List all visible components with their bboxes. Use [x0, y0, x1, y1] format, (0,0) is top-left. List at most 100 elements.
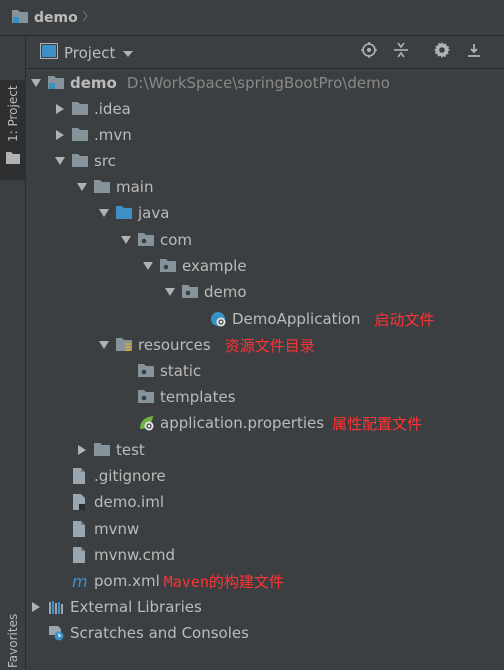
hide-panel-icon — [467, 43, 481, 61]
tree-label-demo-package: demo — [204, 283, 247, 301]
annotation-startup-file: 启动文件 — [374, 310, 435, 329]
text-file-icon — [72, 521, 88, 537]
tree-row-gitignore[interactable]: .gitignore — [54, 463, 166, 489]
collapsed-arrow-icon[interactable] — [54, 96, 66, 122]
maven-icon: m — [72, 572, 88, 591]
project-tool-tab[interactable]: 1: Project — [0, 80, 26, 180]
tree-label-demo: demo — [70, 74, 117, 92]
collapse-all-icon — [393, 42, 409, 62]
tree-row-java[interactable]: java — [98, 200, 169, 226]
folder-icon — [6, 152, 20, 168]
tree-row-demo-package[interactable]: demo — [164, 279, 247, 305]
project-window-icon — [40, 43, 58, 63]
collapsed-arrow-icon[interactable] — [30, 594, 42, 620]
tree-row-src[interactable]: src — [54, 148, 116, 174]
tree-row-mvnw[interactable]: mvnw — [54, 516, 139, 542]
tree-label-com: com — [160, 231, 193, 249]
tree-label-scratches: Scratches and Consoles — [70, 624, 249, 642]
expanded-arrow-icon[interactable] — [30, 70, 42, 96]
tree-row-main[interactable]: main — [76, 174, 153, 200]
settings-button[interactable] — [432, 42, 452, 62]
tree-row-templates[interactable]: templates — [120, 384, 236, 410]
expanded-arrow-icon[interactable] — [76, 174, 88, 200]
favorites-tool-tab[interactable]: Favorites — [6, 614, 20, 668]
tree-label-templates: templates — [160, 388, 236, 406]
locate-file-button[interactable] — [359, 42, 379, 62]
package-icon — [138, 363, 154, 379]
library-icon — [48, 599, 64, 615]
project-tab-label: 1: Project — [6, 85, 20, 142]
tree-label-static: static — [160, 362, 202, 380]
scratches-icon — [48, 625, 64, 641]
tree-label-application-properties: application.properties — [160, 414, 325, 432]
expanded-arrow-icon[interactable] — [98, 332, 110, 358]
tree-label-idea: .idea — [94, 100, 131, 118]
tree-row-demo-application[interactable]: DemoApplication 启动文件 — [192, 306, 434, 332]
expanded-arrow-icon[interactable] — [164, 279, 176, 305]
tree-row-mvn[interactable]: .mvn — [54, 122, 132, 148]
project-view-selector[interactable]: Project — [40, 43, 134, 63]
tree-label-gitignore: .gitignore — [94, 467, 166, 485]
expanded-arrow-icon[interactable] — [142, 253, 154, 279]
package-icon — [138, 232, 154, 248]
dropdown-arrow-icon — [123, 45, 134, 61]
folder-icon — [72, 101, 88, 117]
breadcrumb-item-demo[interactable]: demo — [12, 9, 88, 27]
hide-panel-button[interactable] — [464, 42, 484, 62]
tree-label-example: example — [182, 257, 247, 275]
resources-folder-icon — [116, 337, 132, 353]
tree-row-com[interactable]: com — [120, 227, 192, 253]
tree-row-demo[interactable]: demo D:\WorkSpace\springBootPro\demo — [30, 70, 390, 96]
tree-row-idea[interactable]: .idea — [54, 96, 131, 122]
tree-label-resources: resources — [138, 336, 211, 354]
collapsed-arrow-icon[interactable] — [54, 122, 66, 148]
tree-row-example[interactable]: example — [142, 253, 247, 279]
tree-row-mvnw-cmd[interactable]: mvnw.cmd — [54, 542, 175, 568]
tree-label-main: main — [116, 178, 154, 196]
tree-row-application-properties[interactable]: application.properties 属性配置文件 — [120, 410, 422, 436]
tree-row-test[interactable]: test — [76, 437, 145, 463]
tree-label-demo-application: DemoApplication — [232, 310, 361, 328]
tree-label-mvnw: mvnw — [94, 520, 140, 538]
package-icon — [182, 284, 198, 300]
crosshair-icon — [361, 42, 377, 62]
collapse-all-button[interactable] — [391, 42, 411, 62]
tree-row-external-libraries[interactable]: External Libraries — [30, 594, 202, 620]
tree-label-mvn: .mvn — [94, 126, 132, 144]
module-folder-icon — [12, 9, 28, 27]
text-file-icon — [72, 468, 88, 484]
tree-label-mvnw-cmd: mvnw.cmd — [94, 546, 176, 564]
source-folder-icon — [116, 205, 132, 221]
expanded-arrow-icon[interactable] — [120, 227, 132, 253]
folder-icon — [94, 442, 110, 458]
expanded-arrow-icon[interactable] — [98, 200, 110, 226]
project-tree: demo D:\WorkSpace\springBootPro\demo .id… — [26, 69, 504, 670]
folder-icon — [72, 153, 88, 169]
collapsed-arrow-icon[interactable] — [76, 437, 88, 463]
tree-label-src: src — [94, 152, 116, 170]
tree-label-demo-iml: demo.iml — [94, 493, 164, 511]
module-path: D:\WorkSpace\springBootPro\demo — [126, 74, 390, 92]
expanded-arrow-icon[interactable] — [54, 148, 66, 174]
gear-icon — [434, 42, 450, 62]
left-tool-stripe: 1: Project Favorites — [0, 36, 26, 670]
package-icon — [138, 389, 154, 405]
breadcrumb-label: demo — [34, 10, 78, 26]
text-file-icon — [72, 547, 88, 563]
tree-row-demo-iml[interactable]: demo.iml — [54, 489, 164, 515]
annotation-maven-build-file: Maven的构建文件 — [163, 572, 284, 591]
spring-boot-class-icon — [210, 311, 226, 327]
tree-row-pom[interactable]: m pom.xml Maven的构建文件 — [54, 568, 284, 594]
svg-text:m: m — [72, 573, 88, 589]
tree-label-external-libraries: External Libraries — [70, 598, 202, 616]
tree-row-static[interactable]: static — [120, 358, 201, 384]
module-file-icon — [72, 494, 88, 510]
project-panel-header: Project — [26, 36, 504, 69]
tree-row-resources[interactable]: resources 资源文件目录 — [98, 332, 315, 358]
tree-label-java: java — [138, 204, 170, 222]
tree-label-test: test — [116, 441, 145, 459]
project-view-title: Project — [64, 44, 116, 62]
folder-icon — [94, 179, 110, 195]
tree-row-scratches[interactable]: Scratches and Consoles — [30, 620, 249, 646]
annotation-properties-file: 属性配置文件 — [332, 414, 423, 433]
